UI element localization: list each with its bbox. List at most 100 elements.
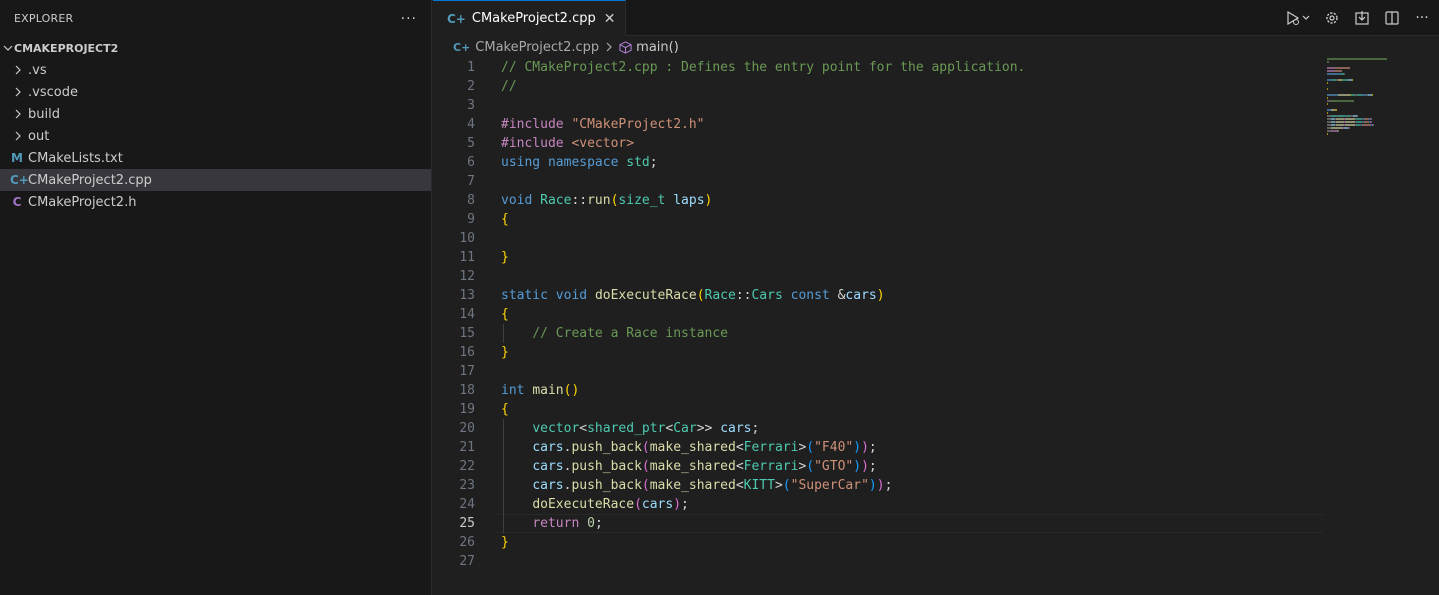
code-token: cars	[845, 288, 877, 303]
line-number: 4	[467, 117, 475, 132]
code-line[interactable]: 5 #include <vector>	[433, 134, 1333, 153]
code-token: }	[501, 250, 509, 265]
minimap-line	[1327, 118, 1399, 120]
file-tree: .vs .vscode build out M CMakeLists.txt C+ CMake…	[0, 59, 431, 213]
code-line[interactable]: 22 cars.push_back(make_shared<Ferrari>("…	[433, 457, 1333, 476]
tree-item-label: .vscode	[28, 84, 78, 100]
minimap[interactable]	[1327, 58, 1399, 135]
code-line[interactable]: 8 void Race::run(size_t laps)	[433, 191, 1333, 210]
minimap-token	[1327, 82, 1328, 84]
code-token: cars	[532, 459, 564, 474]
code-token: {	[501, 212, 509, 227]
code-line[interactable]: 2 //	[433, 77, 1333, 96]
code-token: ;	[868, 459, 877, 474]
line-number: 22	[459, 459, 475, 474]
code-line[interactable]: 18 int main()	[433, 381, 1333, 400]
minimap-token	[1327, 70, 1335, 72]
run-debug-icon[interactable]	[1285, 9, 1311, 27]
project-section-header[interactable]: CMAKEPROJECT2	[0, 37, 431, 59]
more-icon[interactable]: ···	[1413, 9, 1431, 27]
cpp-file-icon: C+	[447, 11, 466, 26]
code-line[interactable]: 27	[433, 552, 1333, 571]
minimap-token	[1352, 79, 1353, 81]
code-line[interactable]: 1 // CMakeProject2.cpp : Defines the entr…	[433, 58, 1333, 77]
code-token: Race	[540, 193, 572, 208]
tab-label: CMakeProject2.cpp	[471, 11, 596, 26]
code-line[interactable]: 17	[433, 362, 1333, 381]
download-icon[interactable]	[1353, 9, 1371, 27]
code-line[interactable]: 15 // Create a Race instance	[433, 324, 1333, 343]
code-token: namespace	[547, 155, 627, 170]
minimap-token	[1335, 67, 1350, 69]
minimap-line	[1327, 58, 1399, 60]
minimap-line	[1327, 67, 1399, 69]
code-line[interactable]: 16}	[433, 343, 1333, 362]
tree-item-label: CMakeProject2.h	[28, 194, 137, 210]
code-line[interactable]: 14 {	[433, 305, 1333, 324]
code-token: )	[704, 193, 713, 208]
line-source: // Create a Race instance	[501, 324, 728, 343]
code-line[interactable]: 23 cars.push_back(make_shared<KITT>("Sup…	[433, 476, 1333, 495]
code-token: void	[501, 193, 541, 208]
code-line[interactable]: 13 static void doExecuteRace(Race::Cars c…	[433, 286, 1333, 305]
split-editor-icon[interactable]	[1383, 9, 1401, 27]
code-line[interactable]: 11}	[433, 248, 1333, 267]
code-line[interactable]: 4 #include "CMakeProject2.h"	[433, 115, 1333, 134]
breadcrumb-file[interactable]: CMakeProject2.cpp	[475, 40, 599, 55]
tree-item-cmakelists-txt[interactable]: M CMakeLists.txt	[0, 147, 431, 169]
code-token: #include	[501, 136, 572, 151]
code-token: make_shared	[649, 459, 736, 474]
minimap-token	[1337, 115, 1346, 117]
minimap-line	[1327, 61, 1399, 63]
project-name: CMAKEPROJECT2	[14, 41, 119, 55]
tree-item-build[interactable]: build	[0, 103, 431, 125]
tree-item-label: CMakeProject2.cpp	[28, 172, 152, 188]
line-source: cars.push_back(make_shared<KITT>("SuperC…	[501, 476, 892, 495]
tree-item-vs[interactable]: .vs	[0, 59, 431, 81]
tree-item-cmakeproject2-h[interactable]: C CMakeProject2.h	[0, 191, 431, 213]
code-token: const	[790, 288, 838, 303]
minimap-token	[1327, 58, 1387, 60]
code-line[interactable]: 12	[433, 267, 1333, 286]
code-line[interactable]: 20 vector<shared_ptr<Car>> cars;	[433, 419, 1333, 438]
code-line[interactable]: 24 doExecuteRace(cars);	[433, 495, 1333, 514]
tree-item-vscode[interactable]: .vscode	[0, 81, 431, 103]
code-line[interactable]: 10	[433, 229, 1333, 248]
code-editor[interactable]: 1 // CMakeProject2.cpp : Defines the entr…	[433, 58, 1333, 571]
line-source: doExecuteRace(cars);	[501, 495, 689, 514]
code-line[interactable]: 26}	[433, 533, 1333, 552]
minimap-token	[1345, 118, 1355, 120]
minimap-token	[1338, 94, 1350, 96]
tree-item-cmakeproject2-cpp[interactable]: C+ CMakeProject2.cpp	[0, 169, 431, 191]
code-token: (	[806, 459, 815, 474]
line-source: cars.push_back(make_shared<Ferrari>("GTO…	[501, 457, 877, 476]
line-number: 16	[459, 345, 475, 360]
tree-item-out[interactable]: out	[0, 125, 431, 147]
code-line[interactable]: 21 cars.push_back(make_shared<Ferrari>("…	[433, 438, 1333, 457]
code-line[interactable]: 3	[433, 96, 1333, 115]
code-token: KITT	[743, 478, 775, 493]
line-source: {	[501, 210, 509, 229]
line-number: 9	[467, 212, 475, 227]
code-token: <	[735, 459, 744, 474]
close-icon[interactable]: ✕	[604, 11, 616, 27]
gear-icon[interactable]	[1323, 9, 1341, 27]
code-token: >	[774, 478, 783, 493]
code-token: doExecuteRace	[532, 497, 635, 512]
breadcrumb-symbol[interactable]: main()	[636, 40, 679, 55]
tab-cmakeproject2-cpp[interactable]: C+ CMakeProject2.cpp ✕	[433, 0, 627, 36]
code-line[interactable]: 25 return 0;	[433, 514, 1333, 533]
more-actions-icon[interactable]: ···	[401, 11, 417, 27]
code-line[interactable]: 19 {	[433, 400, 1333, 419]
minimap-token	[1344, 73, 1345, 75]
minimap-token	[1327, 112, 1328, 114]
code-line[interactable]: 9{	[433, 210, 1333, 229]
tree-item-label: build	[28, 106, 60, 122]
line-number: 15	[459, 326, 475, 341]
code-line[interactable]: 7	[433, 172, 1333, 191]
line-number: 19	[459, 402, 475, 417]
line-source: }	[501, 343, 509, 362]
code-token: (	[782, 478, 791, 493]
code-line[interactable]: 6 using namespace std;	[433, 153, 1333, 172]
